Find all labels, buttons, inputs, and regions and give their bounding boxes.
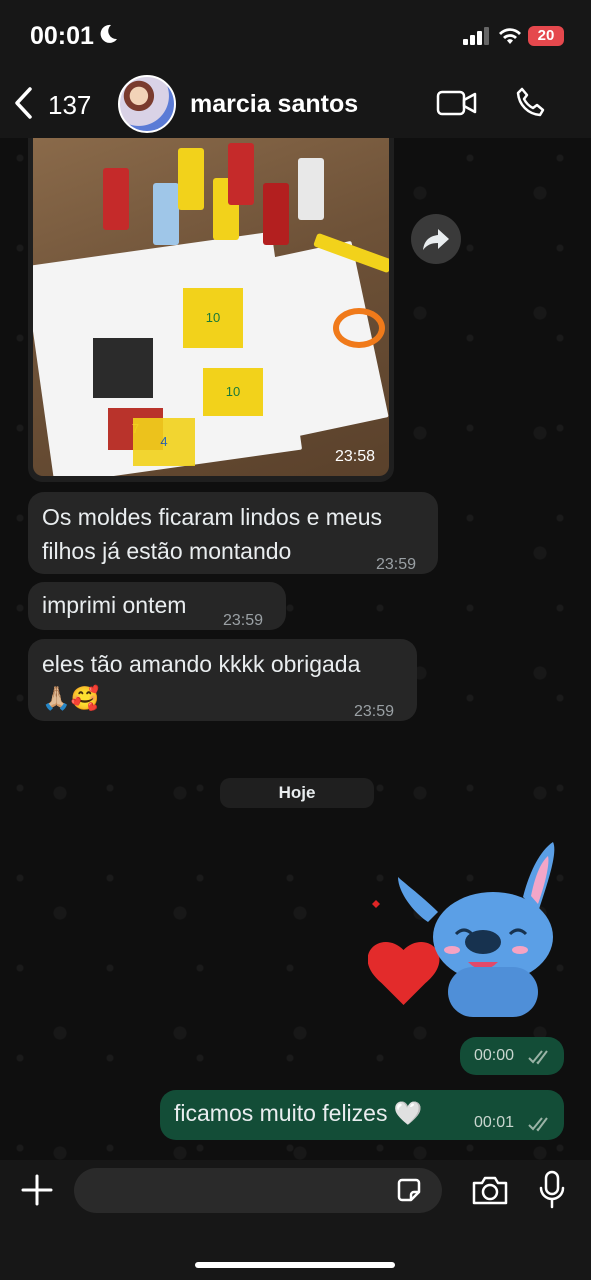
contact-name[interactable]: marcia santos	[190, 90, 358, 119]
message-line: filhos já estão montando	[42, 538, 292, 564]
message-time: 23:59	[376, 556, 417, 573]
papercraft-figure	[263, 183, 289, 245]
outgoing-message[interactable]: ficamos muito felizes 🤍 00:01	[160, 1090, 564, 1140]
papercraft-figure	[228, 143, 254, 205]
message-time: 23:58	[334, 448, 375, 465]
incoming-message[interactable]: imprimi ontem 23:59	[28, 582, 286, 630]
moon-icon	[100, 24, 117, 43]
status-bar: 00:01 20	[0, 0, 591, 72]
stitch-sticker[interactable]	[368, 842, 568, 1022]
double-check-icon	[528, 1050, 548, 1065]
message-line: Os moldes ficaram lindos e meus	[42, 504, 383, 530]
mic-icon[interactable]	[538, 1170, 566, 1210]
home-indicator	[195, 1262, 395, 1268]
photo-papercraft[interactable]: 7 10 10 4 23:58	[33, 138, 389, 476]
double-check-icon	[528, 1117, 548, 1132]
sticker-icon[interactable]	[394, 1175, 424, 1205]
incoming-message[interactable]: Os moldes ficaram lindos e meus filhos j…	[28, 492, 438, 574]
papercraft-figure	[178, 148, 204, 210]
date-separator: Hoje	[220, 778, 374, 808]
message-text: Os moldes ficaram lindos e meus filhos j…	[42, 500, 382, 568]
back-icon[interactable]	[12, 86, 36, 120]
image-message[interactable]: 7 10 10 4 23:58	[28, 138, 394, 482]
papercraft-figure	[103, 168, 129, 230]
battery-indicator: 20	[528, 26, 564, 46]
phone-icon[interactable]	[514, 86, 548, 120]
wifi-icon	[499, 28, 521, 44]
message-text: imprimi ontem	[42, 592, 187, 618]
printed-template: 4	[133, 418, 195, 466]
message-time: 23:59	[223, 612, 264, 629]
printed-template: 10	[183, 288, 243, 348]
scissors	[333, 308, 385, 348]
signal-icon	[463, 27, 489, 45]
incoming-message[interactable]: eles tão amando kkkk obrigada 🙏🏼🥰 23:59	[28, 639, 417, 721]
message-line: eles tão amando kkkk obrigada	[42, 651, 361, 677]
message-time: 00:01	[474, 1114, 515, 1131]
camera-icon[interactable]	[470, 1174, 510, 1208]
forward-icon	[423, 229, 449, 250]
message-text: eles tão amando kkkk obrigada 🙏🏼🥰	[42, 647, 360, 715]
papercraft-figure	[153, 183, 179, 245]
plus-icon[interactable]	[20, 1173, 54, 1207]
video-call-icon[interactable]	[436, 88, 478, 118]
forward-button[interactable]	[411, 214, 461, 264]
unread-count[interactable]: 137	[48, 90, 91, 121]
sticker-status: 00:00	[460, 1037, 564, 1075]
message-time: 23:59	[354, 703, 395, 720]
chat-header: 137 marcia santos	[0, 72, 591, 138]
message-line: 🙏🏼🥰	[42, 685, 100, 711]
message-text: ficamos muito felizes 🤍	[174, 1100, 423, 1126]
message-time: 00:00	[474, 1047, 515, 1064]
papercraft-figure	[298, 158, 324, 220]
status-time: 00:01	[30, 22, 94, 50]
printed-template: 10	[203, 368, 263, 416]
printed-template	[93, 338, 153, 398]
avatar[interactable]	[118, 75, 176, 133]
message-input[interactable]	[74, 1168, 442, 1213]
